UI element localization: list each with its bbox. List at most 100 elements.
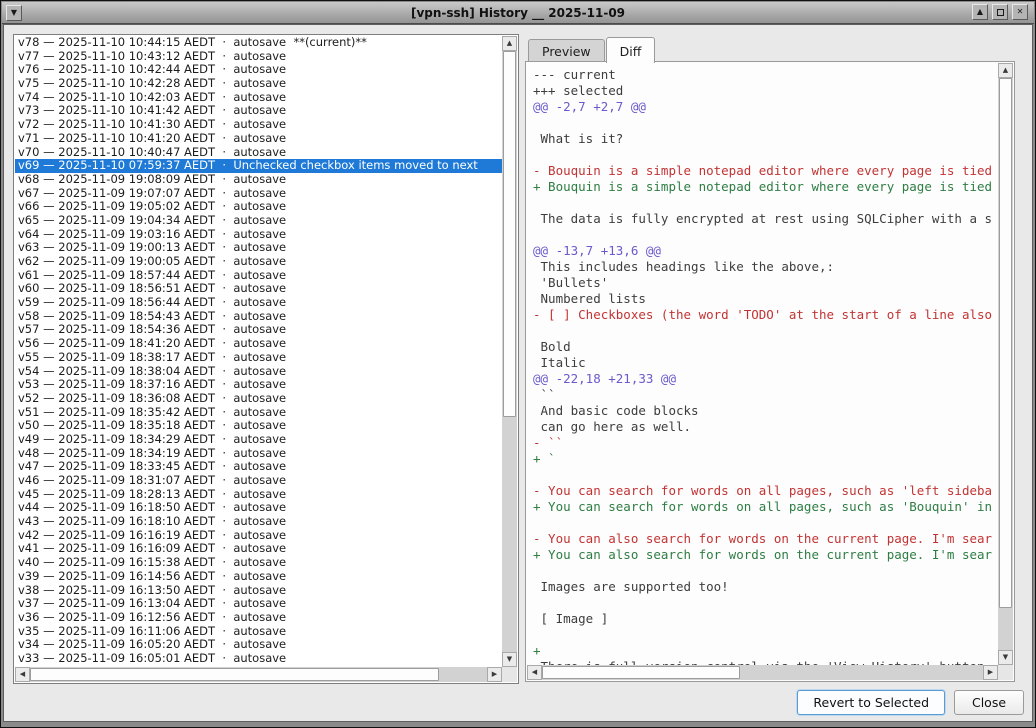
version-row[interactable]: v65 — 2025-11-09 19:04:34 AEDT · autosav…: [15, 214, 502, 228]
version-row[interactable]: v36 — 2025-11-09 16:12:56 AEDT · autosav…: [15, 611, 502, 625]
diff-line: --- current: [533, 67, 998, 83]
diff-line: The data is fully encrypted at rest usin…: [533, 211, 998, 227]
list-horizontal-scrollbar[interactable]: ◀ ▶: [15, 667, 502, 682]
version-row[interactable]: v38 — 2025-11-09 16:13:50 AEDT · autosav…: [15, 584, 502, 598]
diff-line: @@ -13,7 +13,6 @@: [533, 243, 998, 259]
version-row[interactable]: v53 — 2025-11-09 18:37:16 AEDT · autosav…: [15, 378, 502, 392]
diff-line: @@ -2,7 +2,7 @@: [533, 99, 998, 115]
version-row[interactable]: v66 — 2025-11-09 19:05:02 AEDT · autosav…: [15, 200, 502, 214]
diff-scroll-down-arrow-icon[interactable]: ▼: [998, 650, 1013, 665]
version-row[interactable]: v40 — 2025-11-09 16:15:38 AEDT · autosav…: [15, 556, 502, 570]
diff-line: [533, 515, 998, 531]
diff-line: And basic code blocks: [533, 403, 998, 419]
version-row[interactable]: v78 — 2025-11-10 10:44:15 AEDT · autosav…: [15, 36, 502, 50]
diff-scroll-right-arrow-icon[interactable]: ▶: [983, 665, 998, 680]
version-row[interactable]: v77 — 2025-11-10 10:43:12 AEDT · autosav…: [15, 50, 502, 64]
version-row[interactable]: v34 — 2025-11-09 16:05:20 AEDT · autosav…: [15, 638, 502, 652]
version-row[interactable]: v43 — 2025-11-09 16:18:10 AEDT · autosav…: [15, 515, 502, 529]
version-row[interactable]: v71 — 2025-11-10 10:41:20 AEDT · autosav…: [15, 132, 502, 146]
version-row[interactable]: v54 — 2025-11-09 18:38:04 AEDT · autosav…: [15, 365, 502, 379]
version-row[interactable]: v37 — 2025-11-09 16:13:04 AEDT · autosav…: [15, 597, 502, 611]
version-row[interactable]: v41 — 2025-11-09 16:16:09 AEDT · autosav…: [15, 542, 502, 556]
version-row[interactable]: v45 — 2025-11-09 18:28:13 AEDT · autosav…: [15, 488, 502, 502]
close-button[interactable]: Close: [954, 690, 1024, 715]
diff-line: [533, 467, 998, 483]
titlebar[interactable]: ▼ [vpn-ssh] History __ 2025-11-09 ▲ ✕: [2, 2, 1034, 24]
scroll-down-arrow-icon[interactable]: ▼: [502, 652, 517, 667]
diff-line: [533, 147, 998, 163]
footer-button-bar: Revert to Selected Close: [797, 690, 1024, 715]
version-row[interactable]: v49 — 2025-11-09 18:34:29 AEDT · autosav…: [15, 433, 502, 447]
version-row[interactable]: v70 — 2025-11-10 10:40:47 AEDT · autosav…: [15, 146, 502, 160]
version-row[interactable]: v69 — 2025-11-10 07:59:37 AEDT · Uncheck…: [15, 159, 502, 173]
version-row[interactable]: v44 — 2025-11-09 16:18:50 AEDT · autosav…: [15, 501, 502, 515]
diff-line: Italic: [533, 355, 998, 371]
revert-to-selected-button[interactable]: Revert to Selected: [797, 690, 945, 715]
version-row[interactable]: v50 — 2025-11-09 18:35:18 AEDT · autosav…: [15, 419, 502, 433]
version-row[interactable]: v52 — 2025-11-09 18:36:08 AEDT · autosav…: [15, 392, 502, 406]
window-close-button[interactable]: ✕: [1012, 4, 1028, 20]
diff-scroll-left-arrow-icon[interactable]: ◀: [527, 665, 542, 680]
version-row[interactable]: v48 — 2025-11-09 18:34:19 AEDT · autosav…: [15, 447, 502, 461]
version-row[interactable]: v60 — 2025-11-09 18:56:51 AEDT · autosav…: [15, 282, 502, 296]
list-vertical-scrollbar[interactable]: ▲ ▼: [502, 36, 517, 667]
diff-vertical-scrollbar[interactable]: ▲ ▼: [998, 63, 1013, 665]
diff-vertical-scroll-thumb[interactable]: [999, 78, 1012, 608]
diff-line: Images are supported too!: [533, 579, 998, 595]
version-row[interactable]: v67 — 2025-11-09 19:07:07 AEDT · autosav…: [15, 187, 502, 201]
version-row[interactable]: v57 — 2025-11-09 18:54:36 AEDT · autosav…: [15, 323, 502, 337]
diff-line: [533, 323, 998, 339]
version-row[interactable]: v58 — 2025-11-09 18:54:43 AEDT · autosav…: [15, 310, 502, 324]
list-vertical-scroll-thumb[interactable]: [503, 51, 516, 417]
version-row[interactable]: v73 — 2025-11-10 10:41:42 AEDT · autosav…: [15, 104, 502, 118]
version-row[interactable]: v59 — 2025-11-09 18:56:44 AEDT · autosav…: [15, 296, 502, 310]
window-shade-button[interactable]: ▲: [972, 4, 988, 20]
diff-line: + You can also search for words on the c…: [533, 547, 998, 563]
version-row[interactable]: v55 — 2025-11-09 18:38:17 AEDT · autosav…: [15, 351, 502, 365]
version-row[interactable]: v42 — 2025-11-09 16:16:19 AEDT · autosav…: [15, 529, 502, 543]
tab-diff[interactable]: Diff: [606, 37, 656, 63]
diff-horizontal-scrollbar[interactable]: ◀ ▶: [527, 665, 998, 680]
version-row[interactable]: v47 — 2025-11-09 18:33:45 AEDT · autosav…: [15, 460, 502, 474]
version-row[interactable]: v75 — 2025-11-10 10:42:28 AEDT · autosav…: [15, 77, 502, 91]
window-maximize-button[interactable]: [992, 4, 1008, 20]
diff-line: Numbered lists: [533, 291, 998, 307]
version-row[interactable]: v63 — 2025-11-09 19:00:13 AEDT · autosav…: [15, 241, 502, 255]
diff-line: Bold: [533, 339, 998, 355]
diff-scroll-up-arrow-icon[interactable]: ▲: [998, 63, 1013, 78]
scroll-up-arrow-icon[interactable]: ▲: [502, 36, 517, 51]
window-menu-button[interactable]: ▼: [6, 5, 22, 21]
diff-line: - You can also search for words on the c…: [533, 531, 998, 547]
version-row[interactable]: v51 — 2025-11-09 18:35:42 AEDT · autosav…: [15, 406, 502, 420]
window-title: [vpn-ssh] History __ 2025-11-09: [2, 6, 1034, 20]
version-listbox[interactable]: v78 — 2025-11-10 10:44:15 AEDT · autosav…: [15, 36, 502, 667]
maximize-icon: [997, 9, 1004, 16]
scroll-right-arrow-icon[interactable]: ▶: [487, 667, 502, 682]
version-row[interactable]: v46 — 2025-11-09 18:31:07 AEDT · autosav…: [15, 474, 502, 488]
diff-horizontal-scroll-thumb[interactable]: [542, 666, 740, 679]
diff-line: @@ -22,18 +21,33 @@: [533, 371, 998, 387]
diff-text-area[interactable]: --- current+++ selected@@ -2,7 +2,7 @@ W…: [527, 63, 998, 665]
version-row[interactable]: v35 — 2025-11-09 16:11:06 AEDT · autosav…: [15, 625, 502, 639]
scroll-left-arrow-icon[interactable]: ◀: [15, 667, 30, 682]
version-row[interactable]: v76 — 2025-11-10 10:42:44 AEDT · autosav…: [15, 63, 502, 77]
version-row[interactable]: v56 — 2025-11-09 18:41:20 AEDT · autosav…: [15, 337, 502, 351]
diff-scrollbar-corner: [998, 665, 1013, 680]
version-row[interactable]: v64 — 2025-11-09 19:03:16 AEDT · autosav…: [15, 228, 502, 242]
diff-line: - You can search for words on all pages,…: [533, 483, 998, 499]
version-row[interactable]: v61 — 2025-11-09 18:57:44 AEDT · autosav…: [15, 269, 502, 283]
diff-line: + You can search for words on all pages,…: [533, 499, 998, 515]
version-row[interactable]: v68 — 2025-11-09 19:08:09 AEDT · autosav…: [15, 173, 502, 187]
version-row[interactable]: v74 — 2025-11-10 10:42:03 AEDT · autosav…: [15, 91, 502, 105]
diff-line: + Bouquin is a simple notepad editor whe…: [533, 179, 998, 195]
tab-preview[interactable]: Preview: [528, 39, 605, 62]
version-row[interactable]: v39 — 2025-11-09 16:14:56 AEDT · autosav…: [15, 570, 502, 584]
version-row[interactable]: v62 — 2025-11-09 19:00:05 AEDT · autosav…: [15, 255, 502, 269]
version-list-pane: v78 — 2025-11-10 10:44:15 AEDT · autosav…: [13, 34, 519, 684]
diff-line: can go here as well.: [533, 419, 998, 435]
version-row[interactable]: v33 — 2025-11-09 16:05:01 AEDT · autosav…: [15, 652, 502, 666]
list-horizontal-scroll-thumb[interactable]: [30, 668, 439, 681]
version-row[interactable]: v72 — 2025-11-10 10:41:30 AEDT · autosav…: [15, 118, 502, 132]
scrollbar-corner: [502, 667, 517, 682]
diff-line: What is it?: [533, 131, 998, 147]
